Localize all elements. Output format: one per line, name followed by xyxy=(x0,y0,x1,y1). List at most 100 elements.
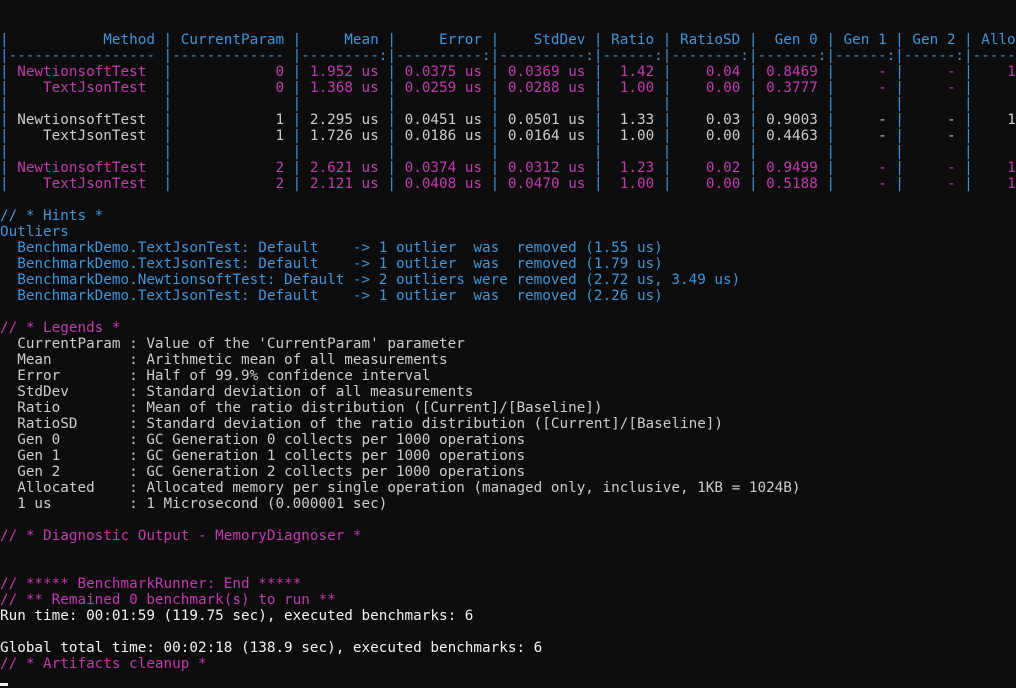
console-text: 1.368 us xyxy=(309,80,379,96)
console-text: TextJsonTest xyxy=(17,80,147,96)
console-text: 0.00 xyxy=(680,176,741,192)
console-text: | xyxy=(955,128,982,144)
console-text: | Method | CurrentParam | Mean | Error |… xyxy=(0,32,1016,48)
console-line-text: Run time: 00:01:59 (119.75 sec), execute… xyxy=(0,608,1016,624)
console-text: - xyxy=(843,80,887,96)
console-line-text: Gen 0 : GC Generation 0 collects per 100… xyxy=(0,432,1016,448)
console-text: | xyxy=(585,128,612,144)
console-text: 1.33 xyxy=(611,112,655,128)
console-text: - xyxy=(912,160,956,176)
console-text: 1.00 xyxy=(611,176,655,192)
console-text: | xyxy=(378,128,405,144)
console-text: |----------------- |------------- |-----… xyxy=(0,48,1016,64)
console-line-section-title: // ***** BenchmarkRunner: End ***** xyxy=(0,576,1016,592)
console-text: - xyxy=(912,112,956,128)
console-line-text: BenchmarkDemo.NewtionsoftTest: Default -… xyxy=(0,272,1016,288)
console-text: | xyxy=(955,80,982,96)
console-text: 0.0374 us xyxy=(404,160,483,176)
console-text: | xyxy=(955,112,982,128)
console-text: - xyxy=(912,80,956,96)
console-line-section-title: // * Legends * xyxy=(0,320,1016,336)
console-text: 936 B xyxy=(981,128,1016,144)
console-text: 1.952 us xyxy=(309,64,379,80)
console-line-text: BenchmarkDemo.TextJsonTest: Default -> 1… xyxy=(0,240,1016,256)
console-line-text: RatioSD : Standard deviation of the rati… xyxy=(0,416,1016,432)
console-line-table-separator: |----------------- |------------- |-----… xyxy=(0,48,1016,64)
console-text: | xyxy=(146,176,181,192)
console-text: 1 xyxy=(180,112,285,128)
console-text: 1.00 xyxy=(611,128,655,144)
console-line-table-spacer: | | | | | | | | | | | | xyxy=(0,144,1016,160)
console-text: CurrentParam : Value of the 'CurrentPara… xyxy=(0,336,465,352)
console-text: | xyxy=(378,160,405,176)
console-text: 0.0501 us xyxy=(507,112,586,128)
console-text: 1888 B xyxy=(1007,112,1016,128)
console-text: | xyxy=(886,80,913,96)
console-text: Gen 2 : GC Generation 2 collects per 100… xyxy=(0,464,526,480)
console-text: | xyxy=(146,128,181,144)
console-text: | xyxy=(886,64,913,80)
console-text: | xyxy=(817,176,844,192)
console-text: Mean : Arithmetic mean of all measuremen… xyxy=(0,352,448,368)
console-text: | xyxy=(585,64,612,80)
console-text: 2.295 us xyxy=(309,112,379,128)
console-text: | xyxy=(654,176,681,192)
console-text: - xyxy=(843,176,887,192)
console-text: | xyxy=(817,64,844,80)
console-text: | xyxy=(740,64,767,80)
console-text: 0.0470 us xyxy=(507,176,586,192)
console-text: | | | | | | | | | | | | xyxy=(0,96,1016,112)
console-text: // * Diagnostic Output - MemoryDiagnoser… xyxy=(0,528,362,544)
console-line-text: Global total time: 00:02:18 (138.9 sec),… xyxy=(0,640,1016,656)
console-text: | xyxy=(955,64,982,80)
console-text: | xyxy=(378,80,405,96)
console-line-text: Error : Half of 99.9% confidence interva… xyxy=(0,368,1016,384)
console-text: RatioSD : Standard deviation of the rati… xyxy=(0,416,724,432)
console-text: Gen 1 : GC Generation 1 collects per 100… xyxy=(0,448,526,464)
console-text: 0 xyxy=(180,64,285,80)
console-text: | xyxy=(482,128,508,144)
console-line-section-title: // * Hints * xyxy=(0,208,1016,224)
console-text: | xyxy=(378,64,405,80)
console-text: 0.4463 xyxy=(766,128,818,144)
console-text: 1776 B xyxy=(1007,64,1016,80)
console-text: | xyxy=(817,128,844,144)
console-line-text: 1 us : 1 Microsecond (0.000001 sec) xyxy=(0,496,1016,512)
console-text: Outliers xyxy=(0,224,69,240)
console-text: | xyxy=(654,112,681,128)
console-text: 0.8469 xyxy=(766,64,818,80)
console-text: // * Hints * xyxy=(0,208,104,224)
console-text: 0.9499 xyxy=(766,160,818,176)
console-text: - xyxy=(843,128,887,144)
console-lines: | Method | CurrentParam | Mean | Error |… xyxy=(0,32,1016,672)
console-text: TextJsonTest xyxy=(17,176,147,192)
console-text: 2.121 us xyxy=(309,176,379,192)
console-text: // * Artifacts cleanup * xyxy=(0,656,207,672)
console-text: - xyxy=(912,176,956,192)
console-text: 0.02 xyxy=(680,160,741,176)
console-text: | xyxy=(146,160,181,176)
console-text: | xyxy=(740,128,767,144)
console-text: 1.726 us xyxy=(309,128,379,144)
console-text: | xyxy=(886,176,913,192)
console-text: | xyxy=(740,176,767,192)
console-text: 0.00 xyxy=(680,128,741,144)
console-output[interactable]: | Method | CurrentParam | Mean | Error |… xyxy=(0,0,1016,688)
console-text: | | | | | | | | | | | | xyxy=(0,144,1016,160)
console-text: Run time: 00:01:59 (119.75 sec), execute… xyxy=(0,608,474,624)
console-line-text: Ratio : Mean of the ratio distribution (… xyxy=(0,400,1016,416)
console-line-table-row: | NewtionsoftTest | 1 | 2.295 us | 0.045… xyxy=(0,112,1016,128)
console-text: | xyxy=(284,176,310,192)
console-text: | xyxy=(585,80,612,96)
console-text: 1.23 xyxy=(611,160,655,176)
console-text: | xyxy=(146,112,181,128)
console-line-text: Mean : Arithmetic mean of all measuremen… xyxy=(0,352,1016,368)
console-text: | xyxy=(585,160,612,176)
console-text: | xyxy=(654,128,681,144)
console-text: | xyxy=(0,160,18,176)
console-line-text: Outliers xyxy=(0,224,1016,240)
console-line-section-title: // ** Remained 0 benchmark(s) to run ** xyxy=(0,592,1016,608)
